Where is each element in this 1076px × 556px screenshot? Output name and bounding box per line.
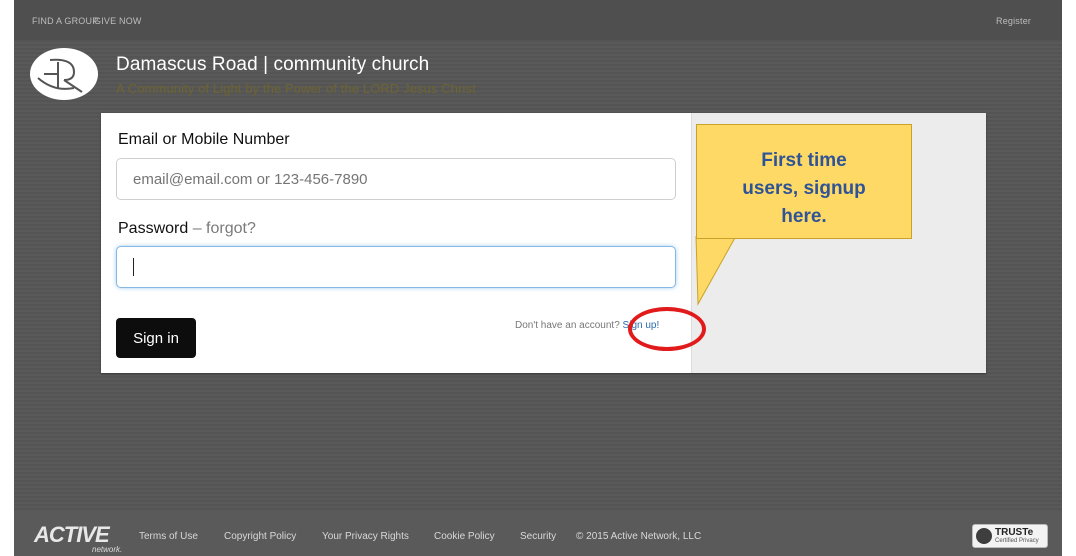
church-logo[interactable] <box>30 48 98 100</box>
active-logo-sub: network. <box>92 545 123 554</box>
highlight-circle <box>628 307 706 351</box>
password-field[interactable] <box>116 246 676 288</box>
callout-text: First time users, signup here. <box>697 147 911 231</box>
page-frame: FIND A GROUP GIVE NOW Register Damascus … <box>14 0 1062 556</box>
footer-terms-link[interactable]: Terms of Use <box>139 531 198 542</box>
footer-security-link[interactable]: Security <box>520 531 556 542</box>
no-account-text: Don't have an account? <box>515 320 620 331</box>
nav-find-group[interactable]: FIND A GROUP <box>32 16 98 26</box>
truste-badge[interactable]: TRUSTe Certified Privacy <box>972 524 1048 548</box>
truste-title: TRUSTe <box>995 527 1034 538</box>
top-nav: FIND A GROUP GIVE NOW Register <box>14 0 1062 40</box>
signup-callout: First time users, signup here. <box>696 124 912 239</box>
text-caret <box>133 258 134 276</box>
church-title: Damascus Road | community church <box>116 54 430 75</box>
callout-pointer-icon <box>695 236 737 306</box>
callout-line: First time <box>761 150 847 171</box>
sign-in-button[interactable]: Sign in <box>116 318 196 358</box>
truste-sub: Certified Privacy <box>995 538 1039 544</box>
password-label: Password <box>118 220 189 237</box>
callout-line: users, signup <box>742 178 866 199</box>
email-field[interactable] <box>116 158 676 200</box>
church-tagline: A Community of Light by the Power of the… <box>116 81 476 96</box>
password-separator: – <box>188 220 207 237</box>
footer-cookie-link[interactable]: Cookie Policy <box>434 531 495 542</box>
email-label: Email or Mobile Number <box>118 131 290 148</box>
nav-give-now[interactable]: GIVE NOW <box>94 16 142 26</box>
nav-register[interactable]: Register <box>996 16 1031 26</box>
callout-line: here. <box>781 206 827 227</box>
dr-monogram-icon <box>37 58 83 93</box>
forgot-password-link[interactable]: forgot? <box>206 220 256 237</box>
footer-privacy-link[interactable]: Your Privacy Rights <box>322 531 409 542</box>
footer: ACTIVE network. Terms of Use Copyright P… <box>14 512 1062 556</box>
password-label-row: Password – forgot? <box>118 220 256 238</box>
footer-copyright-link[interactable]: Copyright Policy <box>224 531 296 542</box>
footer-copyright-text: © 2015 Active Network, LLC <box>576 531 702 542</box>
truste-seal-icon <box>976 528 992 544</box>
